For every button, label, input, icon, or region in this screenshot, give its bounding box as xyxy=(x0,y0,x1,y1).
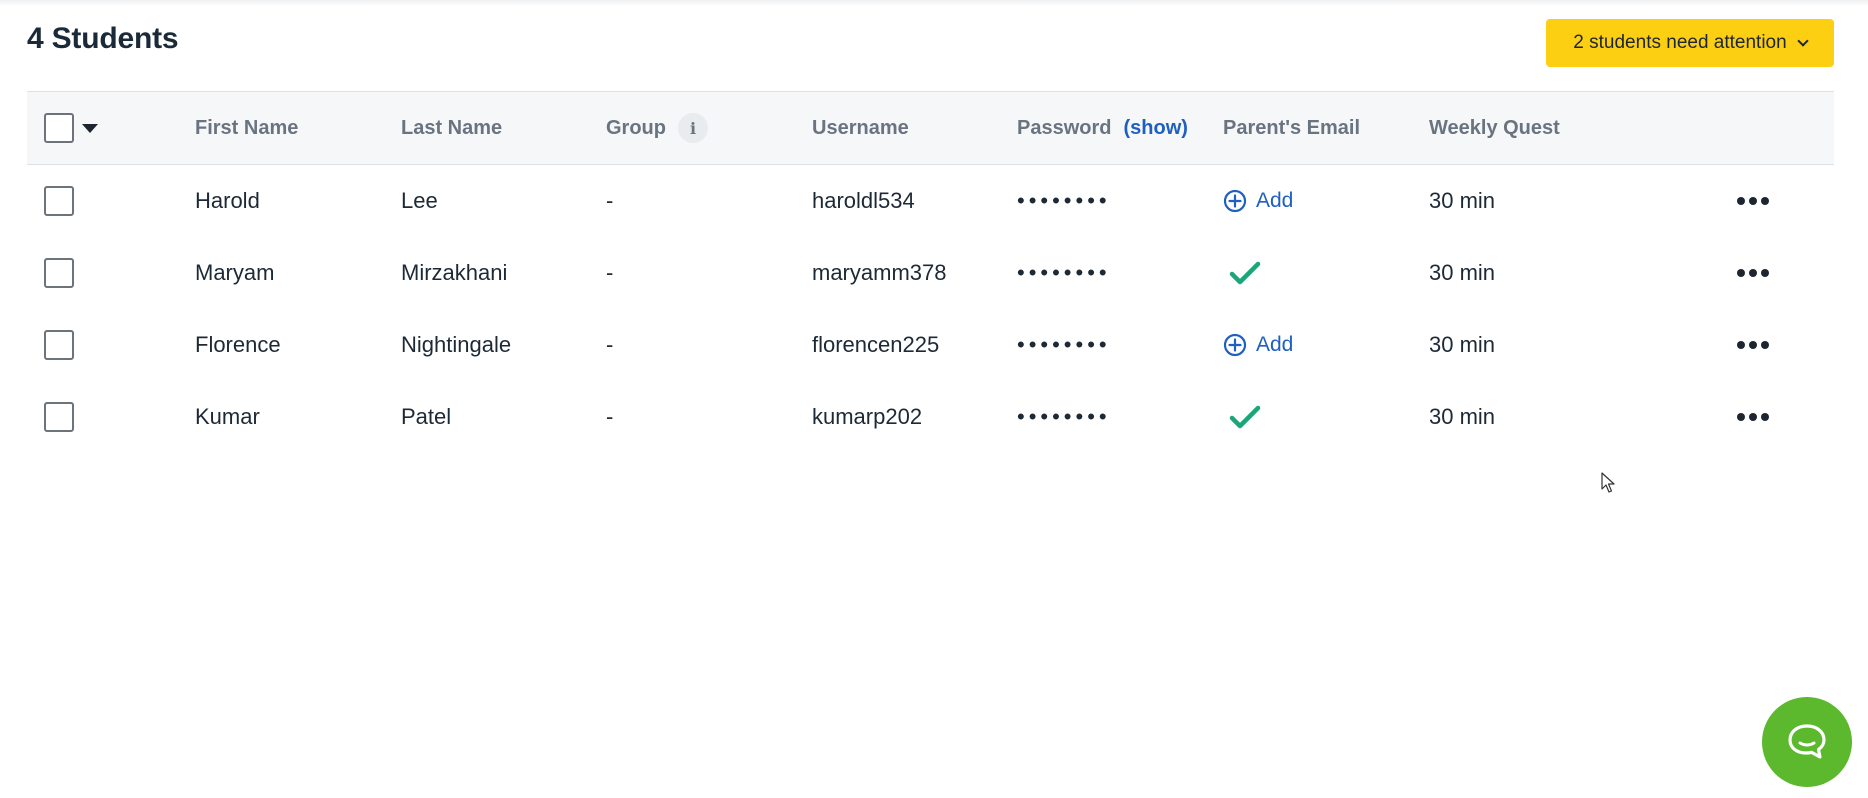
more-horizontal-icon[interactable] xyxy=(1737,191,1769,211)
row-select-cell xyxy=(44,165,74,237)
top-shadow xyxy=(0,0,1868,6)
more-horizontal-icon[interactable] xyxy=(1737,407,1769,427)
last-name-cell: Patel xyxy=(401,404,452,429)
page-title: 4 Students xyxy=(27,22,179,55)
last-name-cell: Lee xyxy=(401,188,438,213)
row-actions-cell xyxy=(1737,381,1769,453)
checkmark-icon xyxy=(1229,405,1261,429)
last-name-cell: Mirzakhani xyxy=(401,260,508,285)
parent-email-cell xyxy=(1223,381,1262,453)
first-name-cell: Maryam xyxy=(195,260,275,285)
select-all-checkbox[interactable] xyxy=(44,113,74,143)
row-checkbox[interactable] xyxy=(44,258,74,288)
column-group-label[interactable]: Group xyxy=(606,117,666,140)
column-last-name[interactable]: Last Name xyxy=(401,92,502,164)
username-cell: haroldl534 xyxy=(812,188,915,213)
chevron-down-icon xyxy=(1797,34,1809,47)
row-select-cell xyxy=(44,309,74,381)
username-cell: maryamm378 xyxy=(812,260,947,285)
attention-dropdown-button[interactable]: 2 students need attention xyxy=(1546,19,1834,67)
more-horizontal-icon[interactable] xyxy=(1737,335,1769,355)
weekly-quest-cell: 30 min xyxy=(1429,188,1496,213)
row-actions-cell xyxy=(1737,309,1769,381)
table-row: Harold Lee - haroldl534 •••••••• Add 30 … xyxy=(27,165,1834,237)
show-passwords-link[interactable]: (show) xyxy=(1123,117,1187,140)
plus-circle-icon xyxy=(1223,333,1247,357)
row-checkbox[interactable] xyxy=(44,330,74,360)
students-table: First Name Last Name Group i Username Pa… xyxy=(27,91,1834,453)
group-cell: - xyxy=(606,404,614,429)
first-name-cell: Harold xyxy=(195,188,260,213)
row-checkbox[interactable] xyxy=(44,186,74,216)
column-weekly-quest[interactable]: Weekly Quest xyxy=(1429,92,1560,164)
group-cell: - xyxy=(606,188,614,213)
add-parent-email-label: Add xyxy=(1256,333,1294,356)
parent-email-cell xyxy=(1223,237,1262,309)
attention-button-label: 2 students need attention xyxy=(1573,32,1787,53)
password-cell: •••••••• xyxy=(1017,188,1111,213)
column-group: Group i xyxy=(606,92,708,164)
group-cell: - xyxy=(606,332,614,357)
column-password-label: Password xyxy=(1017,116,1112,139)
table-row: Maryam Mirzakhani - maryamm378 •••••••• … xyxy=(27,237,1834,309)
row-select-cell xyxy=(44,381,74,453)
table-header: First Name Last Name Group i Username Pa… xyxy=(27,91,1834,165)
password-cell: •••••••• xyxy=(1017,332,1111,357)
checkmark-icon xyxy=(1229,261,1261,285)
column-password: Password (show) xyxy=(1017,92,1188,164)
row-select-cell xyxy=(44,237,74,309)
last-name-cell: Nightingale xyxy=(401,332,512,357)
password-cell: •••••••• xyxy=(1017,260,1111,285)
table-body: Harold Lee - haroldl534 •••••••• Add 30 … xyxy=(27,165,1834,453)
plus-circle-icon xyxy=(1223,189,1247,213)
chat-bubble-icon xyxy=(1788,724,1826,759)
add-parent-email-button[interactable]: Add xyxy=(1223,333,1293,357)
username-cell: kumarp202 xyxy=(812,404,923,429)
group-cell: - xyxy=(606,260,614,285)
caret-down-icon[interactable] xyxy=(82,123,98,133)
add-parent-email-label: Add xyxy=(1256,189,1294,212)
row-checkbox[interactable] xyxy=(44,402,74,432)
mouse-cursor-icon xyxy=(1601,472,1617,499)
weekly-quest-cell: 30 min xyxy=(1429,404,1496,429)
table-row: Florence Nightingale - florencen225 ••••… xyxy=(27,309,1834,381)
chat-button[interactable] xyxy=(1762,697,1852,787)
add-parent-email-button[interactable]: Add xyxy=(1223,189,1293,213)
first-name-cell: Florence xyxy=(195,332,281,357)
column-first-name[interactable]: First Name xyxy=(195,92,298,164)
password-cell: •••••••• xyxy=(1017,404,1111,429)
table-row: Kumar Patel - kumarp202 •••••••• 30 min xyxy=(27,381,1834,453)
weekly-quest-cell: 30 min xyxy=(1429,260,1496,285)
column-username[interactable]: Username xyxy=(812,92,909,164)
more-horizontal-icon[interactable] xyxy=(1737,263,1769,283)
weekly-quest-cell: 30 min xyxy=(1429,332,1496,357)
parent-email-cell: Add xyxy=(1223,309,1293,381)
parent-email-cell: Add xyxy=(1223,165,1293,237)
row-actions-cell xyxy=(1737,237,1769,309)
username-cell: florencen225 xyxy=(812,332,940,357)
column-parent-email[interactable]: Parent's Email xyxy=(1223,92,1360,164)
info-icon[interactable]: i xyxy=(678,113,708,143)
select-all-control xyxy=(44,92,98,164)
first-name-cell: Kumar xyxy=(195,404,260,429)
row-actions-cell xyxy=(1737,165,1769,237)
